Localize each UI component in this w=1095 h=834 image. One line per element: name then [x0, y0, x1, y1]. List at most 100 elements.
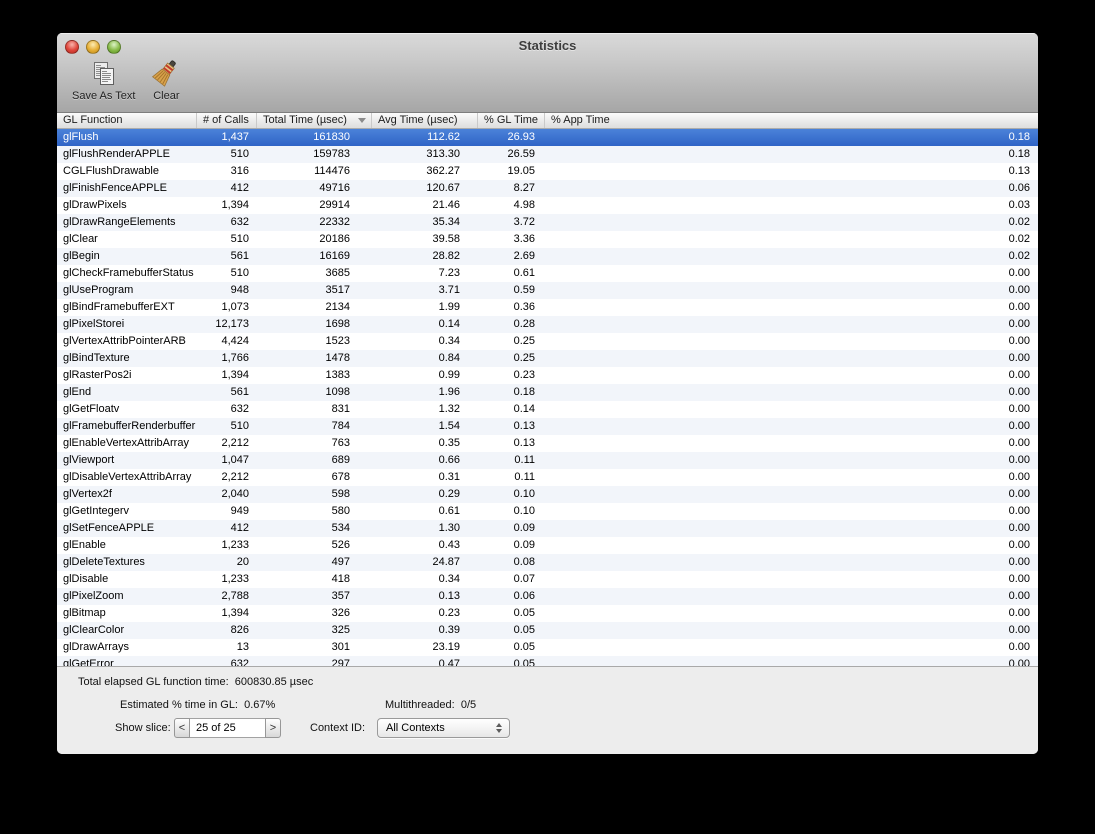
cell-avg-time: 0.34	[438, 573, 460, 585]
slice-stepper: < 25 of 25 >	[174, 718, 281, 738]
cell-app-time-pct: 0.00	[1008, 522, 1030, 534]
show-slice-label: Show slice:	[115, 722, 171, 734]
cell-total-time: 534	[331, 522, 350, 534]
cell-gl-function: glDeleteTextures	[63, 556, 145, 568]
cell-avg-time: 0.29	[438, 488, 460, 500]
cell-total-time: 526	[331, 539, 350, 551]
table-row[interactable]: glFramebufferRenderbuffer 510 784 1.54 0.13 0…	[57, 418, 1038, 435]
cell-gl-function: glDisable	[63, 573, 109, 585]
table-row[interactable]: glGetFloatv 632 831 1.32 0.14 0.00	[57, 401, 1038, 418]
cell-gl-time-pct: 0.14	[513, 403, 535, 415]
table-row[interactable]: glPixelStorei 12,173 1698 0.14 0.28 0.00	[57, 316, 1038, 333]
table-row[interactable]: glDisableVertexAttribArray 2,212 678 0.31 0.…	[57, 469, 1038, 486]
close-button[interactable]	[65, 40, 79, 54]
cell-app-time-pct: 0.00	[1008, 556, 1030, 568]
multithreaded-text: Multithreaded: 0/5	[385, 699, 476, 711]
table-row[interactable]: glBegin 561 16169 28.82 2.69 0.02	[57, 248, 1038, 265]
cell-app-time-pct: 0.00	[1008, 607, 1030, 619]
context-id-value: All Contexts	[386, 722, 445, 734]
table-row[interactable]: glVertex2f 2,040 598 0.29 0.10 0.00	[57, 486, 1038, 503]
table-row[interactable]: glPixelZoom 2,788 357 0.13 0.06 0.00	[57, 588, 1038, 605]
cell-avg-time: 112.62	[427, 131, 460, 143]
minimize-button[interactable]	[86, 40, 100, 54]
cell-num-calls: 826	[230, 624, 249, 636]
cell-avg-time: 1.99	[438, 301, 460, 313]
column-header-avg-time[interactable]: Avg Time (µsec)	[372, 113, 478, 128]
cell-gl-function: glUseProgram	[63, 284, 134, 296]
cell-num-calls: 510	[230, 420, 249, 432]
table-row[interactable]: glDisable 1,233 418 0.34 0.07 0.00	[57, 571, 1038, 588]
cell-num-calls: 1,073	[221, 301, 249, 313]
table-row[interactable]: glGetError 632 297 0.47 0.05 0.00	[57, 656, 1038, 666]
cell-gl-function: glDrawPixels	[63, 199, 127, 211]
cell-gl-time-pct: 0.05	[513, 607, 535, 619]
column-header-app-time-pct[interactable]: % App Time	[545, 113, 1038, 128]
save-as-text-button[interactable]: Save As Text	[72, 58, 135, 102]
cell-total-time: 326	[331, 607, 350, 619]
table-row[interactable]: glClear 510 20186 39.58 3.36 0.02	[57, 231, 1038, 248]
table-row[interactable]: glClearColor 826 325 0.39 0.05 0.00	[57, 622, 1038, 639]
slice-previous-button[interactable]: <	[174, 718, 190, 738]
table-row[interactable]: glDeleteTextures 20 497 24.87 0.08 0.00	[57, 554, 1038, 571]
table-row[interactable]: glFlush 1,437 161830 112.62 26.93 0.18	[57, 129, 1038, 146]
table-row[interactable]: glFlushRenderAPPLE 510 159783 313.30 26.59 0.…	[57, 146, 1038, 163]
slice-next-button[interactable]: >	[265, 718, 281, 738]
cell-gl-function: glPixelZoom	[63, 590, 124, 602]
cell-app-time-pct: 0.02	[1008, 216, 1030, 228]
table-row[interactable]: glUseProgram 948 3517 3.71 0.59 0.00	[57, 282, 1038, 299]
table-row[interactable]: glEnd 561 1098 1.96 0.18 0.00	[57, 384, 1038, 401]
cell-avg-time: 0.99	[438, 369, 460, 381]
table-row[interactable]: glFinishFenceAPPLE 412 49716 120.67 8.27 0.06	[57, 180, 1038, 197]
slice-field[interactable]: 25 of 25	[190, 718, 265, 738]
table-row[interactable]: glBitmap 1,394 326 0.23 0.05 0.00	[57, 605, 1038, 622]
cell-num-calls: 412	[230, 522, 249, 534]
cell-total-time: 784	[331, 420, 350, 432]
table-header: GL Function # of Calls Total Time (µsec)…	[57, 113, 1038, 129]
clear-label: Clear	[153, 90, 180, 102]
cell-avg-time: 120.67	[426, 182, 460, 194]
table-row[interactable]: glDrawPixels 1,394 29914 21.46 4.98 0.03	[57, 197, 1038, 214]
cell-app-time-pct: 0.00	[1008, 352, 1030, 364]
zoom-button[interactable]	[107, 40, 121, 54]
table-row[interactable]: glDrawArrays 13 301 23.19 0.05 0.00	[57, 639, 1038, 656]
cell-num-calls: 412	[230, 182, 249, 194]
window-chrome: Statistics Save As Text Clear	[57, 33, 1038, 113]
cell-gl-time-pct: 0.10	[513, 505, 535, 517]
table-row[interactable]: glBindTexture 1,766 1478 0.84 0.25 0.00	[57, 350, 1038, 367]
table-row[interactable]: glEnable 1,233 526 0.43 0.09 0.00	[57, 537, 1038, 554]
table-row[interactable]: glSetFenceAPPLE 412 534 1.30 0.09 0.00	[57, 520, 1038, 537]
cell-gl-function: glRasterPos2i	[63, 369, 132, 381]
table-row[interactable]: glEnableVertexAttribArray 2,212 763 0.35 0.1…	[57, 435, 1038, 452]
table-row[interactable]: glCheckFramebufferStatus 510 3685 7.23 0.61 0…	[57, 265, 1038, 282]
table-row[interactable]: CGLFlushDrawable 316 114476 362.27 19.05 0.13	[57, 163, 1038, 180]
total-elapsed-text: Total elapsed GL function time: 600830.8…	[78, 676, 313, 688]
column-header-gl-function[interactable]: GL Function	[57, 113, 197, 128]
cell-gl-function: glBindFramebufferEXT	[63, 301, 175, 313]
table-row[interactable]: glGetIntegerv 949 580 0.61 0.10 0.00	[57, 503, 1038, 520]
table-row[interactable]: glRasterPos2i 1,394 1383 0.99 0.23 0.00	[57, 367, 1038, 384]
column-header-gl-time-pct[interactable]: % GL Time	[478, 113, 545, 128]
table-row[interactable]: glBindFramebufferEXT 1,073 2134 1.99 0.36 0.0…	[57, 299, 1038, 316]
column-header-num-calls[interactable]: # of Calls	[197, 113, 257, 128]
titlebar[interactable]: Statistics	[57, 33, 1038, 58]
cell-app-time-pct: 0.00	[1008, 505, 1030, 517]
cell-num-calls: 561	[230, 250, 249, 262]
cell-avg-time: 1.54	[438, 420, 460, 432]
context-id-popup[interactable]: All Contexts	[377, 718, 510, 738]
cell-gl-function: glEnable	[63, 539, 106, 551]
table-row[interactable]: glDrawRangeElements 632 22332 35.34 3.72 0.02	[57, 214, 1038, 231]
cell-num-calls: 2,040	[221, 488, 249, 500]
cell-avg-time: 0.35	[438, 437, 460, 449]
cell-app-time-pct: 0.00	[1008, 590, 1030, 602]
clear-button[interactable]: Clear	[151, 58, 181, 102]
table-row[interactable]: glVertexAttribPointerARB 4,424 1523 0.34 0.2…	[57, 333, 1038, 350]
cell-gl-function: glEnableVertexAttribArray	[63, 437, 189, 449]
cell-gl-time-pct: 0.61	[513, 267, 535, 279]
estimated-gl-text: Estimated % time in GL: 0.67%	[120, 699, 275, 711]
cell-gl-time-pct: 8.27	[513, 182, 535, 194]
cell-gl-time-pct: 0.23	[513, 369, 535, 381]
column-header-total-time[interactable]: Total Time (µsec)	[257, 113, 372, 128]
table-row[interactable]: glViewport 1,047 689 0.66 0.11 0.00	[57, 452, 1038, 469]
cell-gl-time-pct: 0.09	[513, 522, 535, 534]
cell-num-calls: 1,233	[221, 539, 249, 551]
